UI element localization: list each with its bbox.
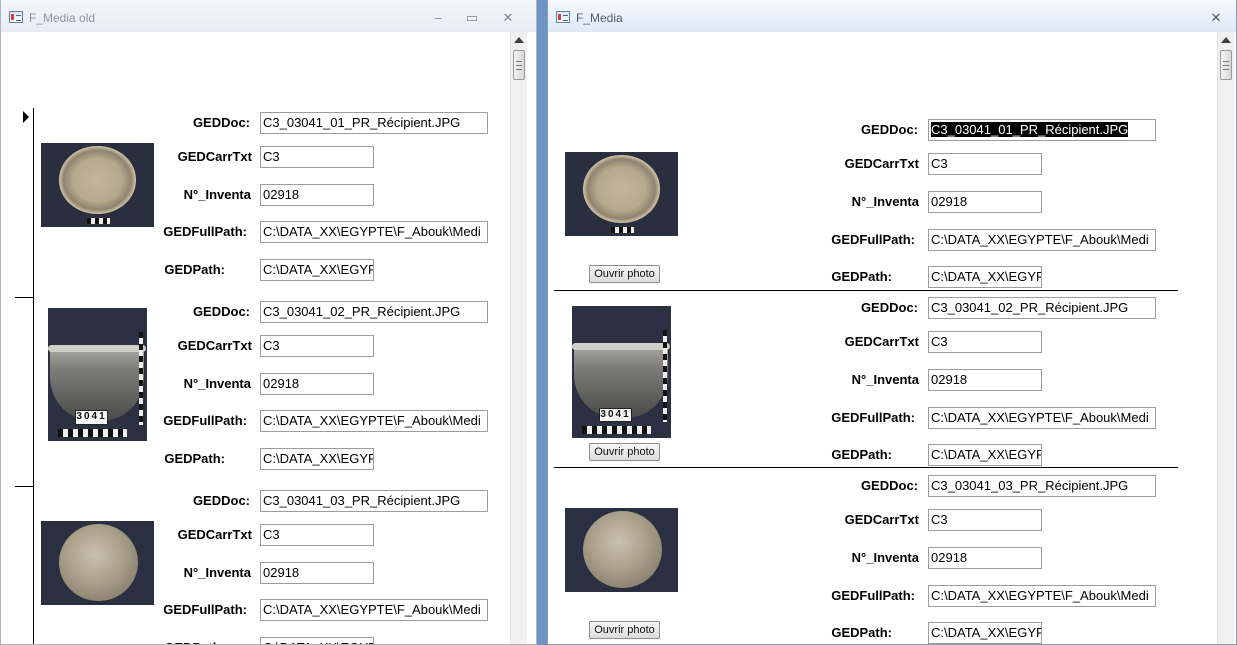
- photo-thumbnail[interactable]: [565, 152, 678, 236]
- photo-thumbnail[interactable]: 3041: [572, 306, 671, 438]
- photo-thumbnail[interactable]: [41, 521, 154, 605]
- close-icon[interactable]: ✕: [1205, 9, 1227, 27]
- n-inventaire-field[interactable]: 02918: [928, 547, 1042, 569]
- label-gedfullpath: GEDFullPath:: [163, 602, 247, 617]
- label-geddoc: GEDDoc:: [192, 115, 250, 130]
- gedcarrtxt-field[interactable]: C3: [260, 524, 374, 546]
- vertical-scrollbar[interactable]: [510, 32, 527, 644]
- gedfullpath-field[interactable]: C:\DATA_XX\EGYPTE\F_Abouk\Medi: [260, 599, 488, 621]
- scroll-thumb[interactable]: [1220, 50, 1232, 80]
- photo-tag: 3041: [74, 410, 109, 426]
- label-geddoc: GEDDoc:: [192, 493, 250, 508]
- form-icon: [9, 11, 23, 23]
- form-window-old[interactable]: F_Media old – ▭ ✕ GEDDoc: C3_03041_01_PR…: [0, 0, 537, 645]
- scroll-up-icon[interactable]: [1221, 37, 1231, 43]
- gedcarrtxt-field[interactable]: C3: [928, 509, 1042, 531]
- n-inventaire-field[interactable]: 02918: [260, 373, 374, 395]
- open-photo-button[interactable]: Ouvrir photo: [589, 265, 660, 283]
- label-n-inventaire: N°_Inventa: [851, 372, 919, 387]
- geddoc-field[interactable]: C3_03041_02_PR_Récipient.JPG: [928, 297, 1156, 319]
- photo-thumbnail[interactable]: 3041: [48, 308, 147, 441]
- label-gedcarrtxt: GEDCarrTxt: [177, 149, 252, 164]
- record-separator: [554, 290, 1178, 291]
- n-inventaire-field[interactable]: 02918: [260, 184, 374, 206]
- gedfullpath-field[interactable]: C:\DATA_XX\EGYPTE\F_Abouk\Medi: [928, 229, 1156, 251]
- open-photo-button[interactable]: Ouvrir photo: [589, 621, 660, 639]
- current-record-arrow-icon: [23, 111, 29, 123]
- label-gedfullpath: GEDFullPath:: [831, 232, 915, 247]
- maximize-icon[interactable]: ▭: [461, 9, 483, 27]
- label-gedcarrtxt: GEDCarrTxt: [177, 338, 252, 353]
- form-detail-area: Ouvrir photo GEDDoc: C3_03041_01_PR_Réci…: [554, 32, 1217, 644]
- gedpath-field[interactable]: C:\DATA_XX\EGYP: [928, 444, 1042, 466]
- label-gedpath: GEDPath:: [164, 451, 225, 466]
- gedpath-field[interactable]: C:\DATA_XX\EGYP: [928, 266, 1042, 288]
- gedpath-field[interactable]: C:\DATA_XX\EGYP: [260, 259, 374, 281]
- photo-thumbnail[interactable]: [565, 508, 678, 592]
- label-gedfullpath: GEDFullPath:: [831, 410, 915, 425]
- open-photo-button[interactable]: Ouvrir photo: [589, 443, 660, 461]
- gedfullpath-field[interactable]: C:\DATA_XX\EGYPTE\F_Abouk\Medi: [260, 410, 488, 432]
- record-selector[interactable]: [15, 108, 34, 298]
- label-geddoc: GEDDoc:: [860, 122, 918, 137]
- geddoc-field[interactable]: C3_03041_02_PR_Récipient.JPG: [260, 301, 488, 323]
- gedpath-field[interactable]: C:\DATA_XX\EGYP: [928, 622, 1042, 644]
- gedfullpath-field[interactable]: C:\DATA_XX\EGYPTE\F_Abouk\Medi: [260, 221, 488, 243]
- label-gedpath: GEDPath:: [164, 262, 225, 277]
- form-icon: [556, 11, 570, 23]
- label-geddoc: GEDDoc:: [192, 304, 250, 319]
- window-title: F_Media old: [29, 11, 96, 25]
- selected-text: C3_03041_01_PR_Récipient.JPG: [931, 122, 1129, 137]
- gedfullpath-field[interactable]: C:\DATA_XX\EGYPTE\F_Abouk\Medi: [928, 585, 1156, 607]
- window-title: F_Media: [576, 11, 623, 25]
- gedcarrtxt-field[interactable]: C3: [260, 146, 374, 168]
- record-selector[interactable]: [15, 487, 34, 644]
- geddoc-field[interactable]: C3_03041_01_PR_Récipient.JPG: [260, 112, 488, 134]
- label-n-inventaire: N°_Inventa: [851, 550, 919, 565]
- label-gedcarrtxt: GEDCarrTxt: [844, 512, 919, 527]
- record-selector[interactable]: [15, 298, 34, 486]
- title-bar[interactable]: F_Media ✕: [548, 0, 1236, 32]
- label-geddoc: GEDDoc:: [860, 478, 918, 493]
- label-gedpath: GEDPath:: [155, 640, 225, 644]
- photo-thumbnail[interactable]: [41, 143, 154, 227]
- title-bar[interactable]: F_Media old – ▭ ✕: [1, 0, 536, 32]
- close-icon[interactable]: ✕: [497, 9, 519, 27]
- geddoc-field[interactable]: C3_03041_03_PR_Récipient.JPG: [260, 490, 488, 512]
- label-geddoc: GEDDoc:: [860, 300, 918, 315]
- label-gedfullpath: GEDFullPath:: [163, 413, 247, 428]
- gedcarrtxt-field[interactable]: C3: [928, 153, 1042, 175]
- scroll-thumb[interactable]: [513, 50, 525, 80]
- gedfullpath-field[interactable]: C:\DATA_XX\EGYPTE\F_Abouk\Medi: [928, 407, 1156, 429]
- scroll-up-icon[interactable]: [514, 37, 524, 43]
- gedpath-field[interactable]: C:\DATA_XX\EGYP: [260, 448, 374, 470]
- label-gedcarrtxt: GEDCarrTxt: [844, 156, 919, 171]
- label-gedpath: GEDPath:: [831, 447, 892, 462]
- label-n-inventaire: N°_Inventa: [183, 187, 251, 202]
- label-gedcarrtxt: GEDCarrTxt: [177, 527, 252, 542]
- n-inventaire-field[interactable]: 02918: [260, 562, 374, 584]
- label-gedfullpath: GEDFullPath:: [831, 588, 915, 603]
- label-n-inventaire: N°_Inventa: [851, 194, 919, 209]
- record-separator: [554, 467, 1178, 468]
- gedcarrtxt-field[interactable]: C3: [260, 335, 374, 357]
- geddoc-field[interactable]: C3_03041_03_PR_Récipient.JPG: [928, 475, 1156, 497]
- form-detail-area: GEDDoc: C3_03041_01_PR_Récipient.JPG GED…: [15, 32, 510, 644]
- photo-tag: 3041: [598, 407, 633, 423]
- label-gedfullpath: GEDFullPath:: [163, 224, 247, 239]
- geddoc-field[interactable]: C3_03041_01_PR_Récipient.JPG: [928, 119, 1156, 141]
- label-gedcarrtxt: GEDCarrTxt: [844, 334, 919, 349]
- n-inventaire-field[interactable]: 02918: [928, 369, 1042, 391]
- minimize-icon[interactable]: –: [427, 9, 449, 27]
- label-n-inventaire: N°_Inventa: [183, 565, 251, 580]
- gedcarrtxt-field[interactable]: C3: [928, 331, 1042, 353]
- label-gedpath: GEDPath:: [831, 269, 892, 284]
- vertical-scrollbar[interactable]: [1217, 32, 1234, 644]
- label-n-inventaire: N°_Inventa: [183, 376, 251, 391]
- gedpath-field[interactable]: C:\DATA_XX\EGYP: [260, 637, 374, 644]
- label-gedpath: GEDPath:: [831, 625, 892, 640]
- n-inventaire-field[interactable]: 02918: [928, 191, 1042, 213]
- form-window-new[interactable]: F_Media ✕ Ouvrir photo GEDDoc: C3_03041_…: [547, 0, 1237, 645]
